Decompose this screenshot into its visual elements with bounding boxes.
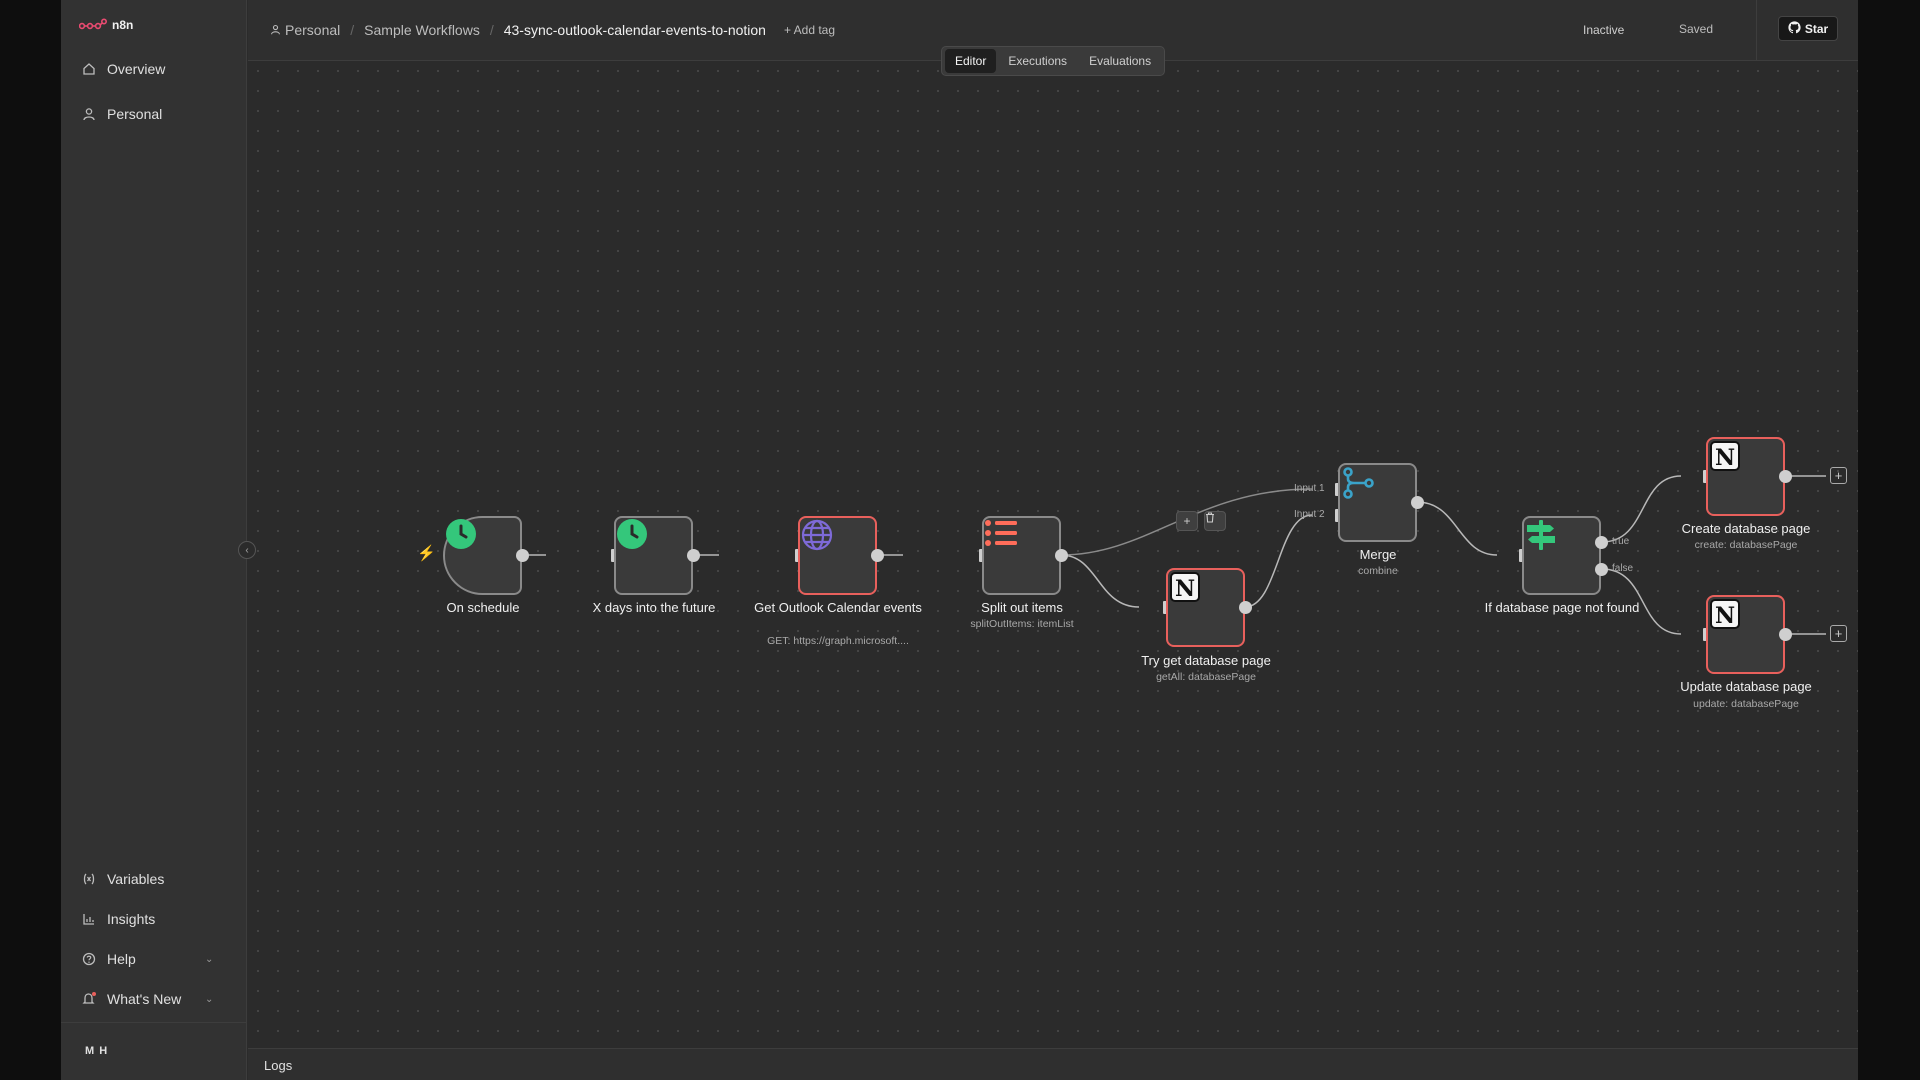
node-merge[interactable]: [1338, 463, 1417, 542]
node-label: Merge: [1359, 547, 1397, 562]
sidebar-item-label: Personal: [107, 106, 163, 122]
tab-editor[interactable]: Editor: [945, 49, 997, 73]
merge-input-1-label: Input 1: [1294, 483, 1325, 494]
bell-icon: [81, 991, 97, 1007]
breadcrumb-user-icon: [270, 22, 281, 38]
sidebar-item-label: Overview: [107, 61, 166, 77]
sidebar-item-label: Help: [107, 951, 136, 967]
node-subtitle: combine: [1358, 565, 1398, 577]
output-port[interactable]: [1779, 628, 1792, 641]
node-subtitle: create: databasePage: [1694, 539, 1798, 551]
output-port[interactable]: [687, 549, 700, 562]
node-subtitle: getAll: databasePage: [1156, 671, 1256, 683]
user-area[interactable]: M H: [61, 1022, 247, 1080]
node-try-get-database-page[interactable]: N: [1166, 568, 1245, 647]
sidebar-item-label: Variables: [107, 871, 165, 887]
node-label: Update database page: [1680, 679, 1812, 694]
view-tabs: Editor Executions Evaluations: [941, 46, 1166, 76]
breadcrumb-separator: /: [350, 22, 355, 38]
breadcrumb-separator: /: [489, 22, 494, 38]
add-next-node-button[interactable]: +: [1830, 625, 1847, 642]
output-port[interactable]: [1055, 549, 1068, 562]
add-tag-button[interactable]: + Add tag: [784, 23, 835, 37]
star-label: Star: [1804, 21, 1829, 36]
node-label: On schedule: [446, 600, 520, 615]
node-on-schedule[interactable]: [443, 516, 522, 595]
sidebar-item-personal[interactable]: Personal: [81, 106, 162, 122]
output-port-false[interactable]: [1595, 563, 1608, 576]
chart-icon: [81, 911, 97, 927]
tab-executions[interactable]: Executions: [998, 49, 1077, 73]
output-port[interactable]: [871, 549, 884, 562]
node-label: Create database page: [1681, 521, 1811, 536]
trigger-bolt-icon: ⚡: [417, 545, 436, 562]
node-label: X days into the future: [592, 600, 716, 615]
node-label: Split out items: [981, 600, 1063, 615]
node-update-database-page[interactable]: N: [1706, 595, 1785, 674]
node-label: Get Outlook Calendar events: [754, 600, 922, 615]
home-icon: [81, 61, 97, 77]
node-subtitle: GET: https://graph.microsoft....: [767, 635, 909, 647]
node-get-outlook-calendar-events[interactable]: [798, 516, 877, 595]
help-icon: [81, 951, 97, 967]
workflow-name[interactable]: 43-sync-outlook-calendar-events-to-notio…: [504, 22, 766, 38]
sidebar-item-help[interactable]: Help ⌄: [81, 951, 231, 967]
output-port[interactable]: [1779, 470, 1792, 483]
if-true-label: true: [1612, 536, 1630, 547]
node-x-days-into-the-future[interactable]: [614, 516, 693, 595]
variables-icon: [81, 871, 97, 887]
sidebar-item-label: What's New: [107, 991, 182, 1007]
node-subtitle: update: databasePage: [1693, 698, 1799, 710]
add-node-on-edge-button[interactable]: +: [1176, 511, 1198, 531]
github-star-button[interactable]: Star: [1778, 16, 1838, 41]
if-false-label: false: [1612, 563, 1634, 574]
node-create-database-page[interactable]: N: [1706, 437, 1785, 516]
sidebar-item-label: Insights: [107, 911, 156, 927]
node-label: If database page not found: [1484, 600, 1640, 615]
save-status: Saved: [1679, 22, 1714, 36]
add-next-node-button[interactable]: +: [1830, 467, 1847, 484]
sidebar-item-overview[interactable]: Overview: [81, 61, 165, 77]
sidebar-item-variables[interactable]: Variables: [81, 871, 164, 887]
chevron-down-icon: ⌄: [205, 993, 214, 1005]
tab-evaluations[interactable]: Evaluations: [1079, 49, 1161, 73]
avatar[interactable]: M H: [85, 1045, 108, 1057]
svg-text:N: N: [1175, 576, 1195, 602]
app-frame: n8n Overview Personal Variables Insights: [61, 0, 1858, 1080]
sidebar: n8n Overview Personal Variables Insights: [61, 0, 247, 1080]
sidebar-item-insights[interactable]: Insights: [81, 911, 155, 927]
breadcrumb: Personal / Sample Workflows / 43-sync-ou…: [270, 22, 835, 38]
trash-icon: [1206, 512, 1214, 523]
logs-panel-bar[interactable]: Logs: [248, 1048, 1858, 1080]
chevron-down-icon: ⌄: [205, 953, 214, 965]
output-port[interactable]: [1411, 496, 1424, 509]
n8n-logo[interactable]: n8n: [79, 18, 133, 32]
svg-text:N: N: [1715, 445, 1735, 471]
breadcrumb-personal[interactable]: Personal: [285, 22, 340, 38]
output-port[interactable]: [516, 549, 529, 562]
workflow-canvas[interactable]: ⚡ On schedule X days into the future Get…: [248, 61, 1858, 1048]
node-split-out-items[interactable]: [982, 516, 1061, 595]
node-subtitle: splitOutItems: itemList: [970, 618, 1074, 630]
user-icon: [81, 106, 97, 122]
sidebar-item-whats-new[interactable]: What's New ⌄: [81, 991, 231, 1007]
merge-input-2-label: Input 2: [1294, 509, 1325, 520]
collapse-sidebar-button[interactable]: ‹: [238, 541, 256, 559]
svg-text:N: N: [1715, 603, 1735, 629]
app-name: n8n: [112, 18, 134, 32]
logs-label: Logs: [264, 1058, 293, 1073]
breadcrumb-folder[interactable]: Sample Workflows: [364, 22, 480, 38]
n8n-logo-icon: [79, 18, 107, 30]
node-if-database-page-not-found[interactable]: [1522, 516, 1601, 595]
workflow-status[interactable]: Inactive: [1583, 23, 1624, 37]
divider: [1756, 0, 1757, 60]
output-port-true[interactable]: [1595, 536, 1608, 549]
delete-connection-button[interactable]: [1204, 511, 1226, 531]
output-port[interactable]: [1239, 601, 1252, 614]
node-label: Try get database page: [1141, 653, 1271, 668]
github-icon: [1788, 20, 1801, 37]
